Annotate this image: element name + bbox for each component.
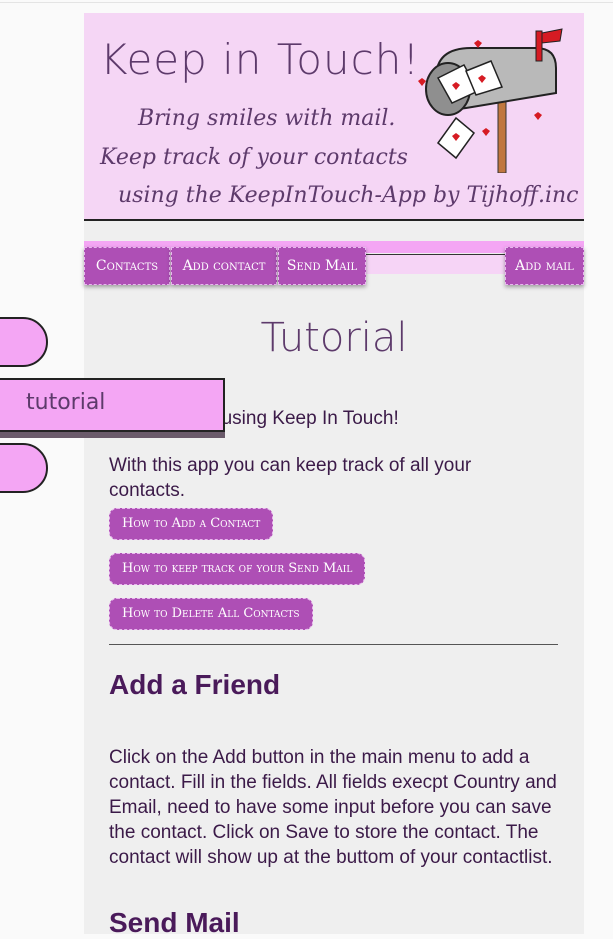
tagline-1: Bring smiles with mail. bbox=[138, 106, 396, 131]
section-title-add-friend: Add a Friend bbox=[109, 669, 281, 700]
howto-delete-contacts-button[interactable]: How to Delete All Contacts bbox=[109, 598, 313, 630]
howto-add-contact-button[interactable]: How to Add a Contact bbox=[109, 508, 274, 540]
site-header: Keep in Touch! Bring smiles with mail. K… bbox=[84, 13, 584, 221]
intro-text-2: With this app you can keep track of all … bbox=[109, 455, 472, 501]
top-divider bbox=[0, 2, 613, 3]
site-title: Keep in Touch! bbox=[100, 35, 421, 84]
side-nav-pill-top[interactable] bbox=[0, 317, 48, 367]
section-divider bbox=[109, 644, 558, 645]
side-tab-label: tutorial bbox=[26, 390, 106, 415]
page-container: Keep in Touch! Bring smiles with mail. K… bbox=[84, 13, 584, 938]
nav-add-contact-button[interactable]: Add contact bbox=[171, 247, 277, 285]
howto-track-send-mail-button[interactable]: How to keep track of your Send Mail bbox=[109, 553, 366, 585]
page-title: Tutorial bbox=[260, 315, 408, 361]
nav-add-mail-button[interactable]: Add mail bbox=[505, 247, 584, 285]
tagline-2: Keep track of your contacts bbox=[100, 145, 408, 170]
side-nav-pill-bottom[interactable] bbox=[0, 443, 48, 493]
side-tab-tutorial[interactable]: tutorial bbox=[0, 378, 225, 432]
intro-text-1: r using Keep In Touch! bbox=[210, 408, 399, 429]
tagline-3: using the KeepInTouch-App by Tijhoff.inc bbox=[118, 183, 579, 208]
section-title-send-mail: Send Mail bbox=[109, 907, 240, 938]
section-text-add-friend: Click on the Add button in the main menu… bbox=[109, 747, 557, 868]
nav-contacts-button[interactable]: Contacts bbox=[84, 247, 170, 285]
nav-send-mail-button[interactable]: Send Mail bbox=[278, 247, 366, 285]
mailbox-icon bbox=[418, 28, 563, 173]
